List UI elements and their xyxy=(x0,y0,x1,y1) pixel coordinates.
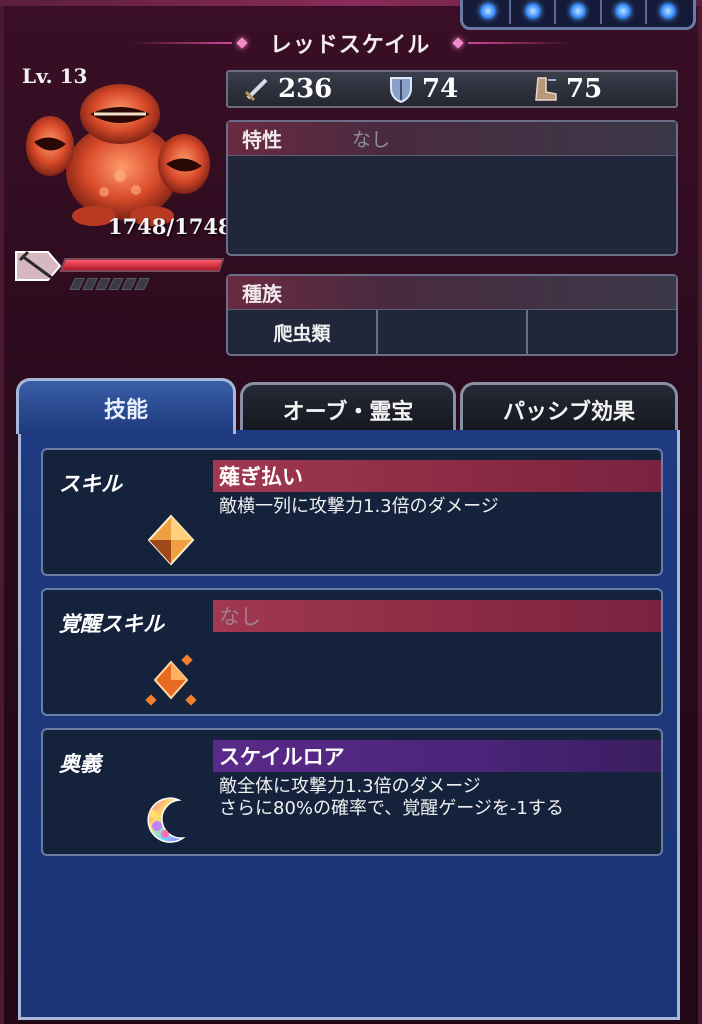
skills-content: スキル 薙ぎ払い 敵横一列に攻撃力1.3倍のダメージ 覚醒スキル なし 奥義 ス… xyxy=(18,430,680,1020)
ultimate-skill-card[interactable]: 奥義 スケイルロア 敵全体に攻撃力1.3倍のダメージ さらに80%の確率で、覚醒… xyxy=(41,728,663,856)
skill-description: 敵全体に攻撃力1.3倍のダメージ さらに80%の確率で、覚醒ゲージを-1する xyxy=(219,776,564,820)
shield-icon xyxy=(390,77,412,104)
hp-bar xyxy=(59,258,225,272)
divider xyxy=(509,0,512,24)
tab-bar: 技能 オーブ・霊宝 パッシブ効果 xyxy=(14,378,682,434)
hp-bar-fill xyxy=(62,260,222,270)
awakened-crystal-icon xyxy=(145,654,197,706)
monster-name-row: レッドスケイル xyxy=(130,26,570,60)
attack-value: 236 xyxy=(278,74,333,104)
rainbow-moon-icon xyxy=(147,797,186,843)
skill-card[interactable]: スキル 薙ぎ払い 敵横一列に攻撃力1.3倍のダメージ xyxy=(41,448,663,576)
race-panel: 種族 爬虫類 xyxy=(226,274,678,356)
race-header: 種族 xyxy=(228,276,676,310)
hp-gauge xyxy=(12,238,225,298)
gem-icon xyxy=(615,2,632,19)
gem-icon xyxy=(524,2,541,19)
traits-panel: 特性 なし xyxy=(226,120,678,256)
skill-name: 薙ぎ払い xyxy=(213,460,661,492)
diamond-icon xyxy=(452,37,464,49)
monster-name: レッドスケイル xyxy=(269,33,431,58)
skill-type-label: スキル xyxy=(59,472,122,496)
gem-icon xyxy=(660,2,677,19)
skill-description-line: 敵横一列に攻撃力1.3倍のダメージ xyxy=(219,496,499,517)
speed-value: 75 xyxy=(566,74,603,104)
divider xyxy=(130,42,232,44)
skill-description-line: さらに80%の確率で、覚醒ゲージを-1する xyxy=(219,798,564,819)
charge-ticks xyxy=(69,278,150,290)
divider xyxy=(468,42,570,44)
race-cells: 爬虫類 xyxy=(228,310,676,354)
gem-icon xyxy=(479,2,496,19)
tab-skills[interactable]: 技能 xyxy=(16,378,236,434)
skill-description: 敵横一列に攻撃力1.3倍のダメージ xyxy=(219,496,499,518)
traits-header: 特性 なし xyxy=(228,122,676,156)
race-cell xyxy=(378,310,528,354)
traits-title: 特性 xyxy=(242,128,282,152)
weapon-type-icon xyxy=(15,250,62,281)
awakened-skill-card[interactable]: 覚醒スキル なし xyxy=(41,588,663,716)
race-title: 種族 xyxy=(242,282,282,306)
traits-value: なし xyxy=(352,129,391,151)
attack-stat: 236 xyxy=(242,74,372,104)
tab-orbs-relics[interactable]: オーブ・霊宝 xyxy=(240,382,456,434)
skill-name: スケイルロア xyxy=(213,740,661,772)
race-cell: 爬虫類 xyxy=(228,310,378,354)
hp-value: 1748/1748 xyxy=(108,214,233,239)
skill-type-label: 奥義 xyxy=(59,752,101,776)
stats-bar: 236 74 75 xyxy=(226,70,678,108)
divider xyxy=(644,0,647,24)
speed-stat: 75 xyxy=(530,74,660,104)
divider xyxy=(554,0,557,24)
defense-value: 74 xyxy=(422,74,459,104)
tab-passive-effects[interactable]: パッシブ効果 xyxy=(460,382,678,434)
gem-icon xyxy=(569,2,586,19)
divider xyxy=(599,0,602,24)
orange-crystal-icon xyxy=(147,514,195,566)
monster-portrait[interactable] xyxy=(24,80,214,230)
charge-tick xyxy=(134,278,150,290)
skill-type-label: 覚醒スキル xyxy=(59,612,164,636)
boot-icon xyxy=(535,77,557,101)
skill-description-line: 敵全体に攻撃力1.3倍のダメージ xyxy=(219,776,481,797)
sword-icon xyxy=(244,78,268,102)
skill-name: なし xyxy=(213,600,661,632)
defense-stat: 74 xyxy=(386,74,516,104)
diamond-icon xyxy=(236,37,248,49)
race-cell xyxy=(528,310,676,354)
